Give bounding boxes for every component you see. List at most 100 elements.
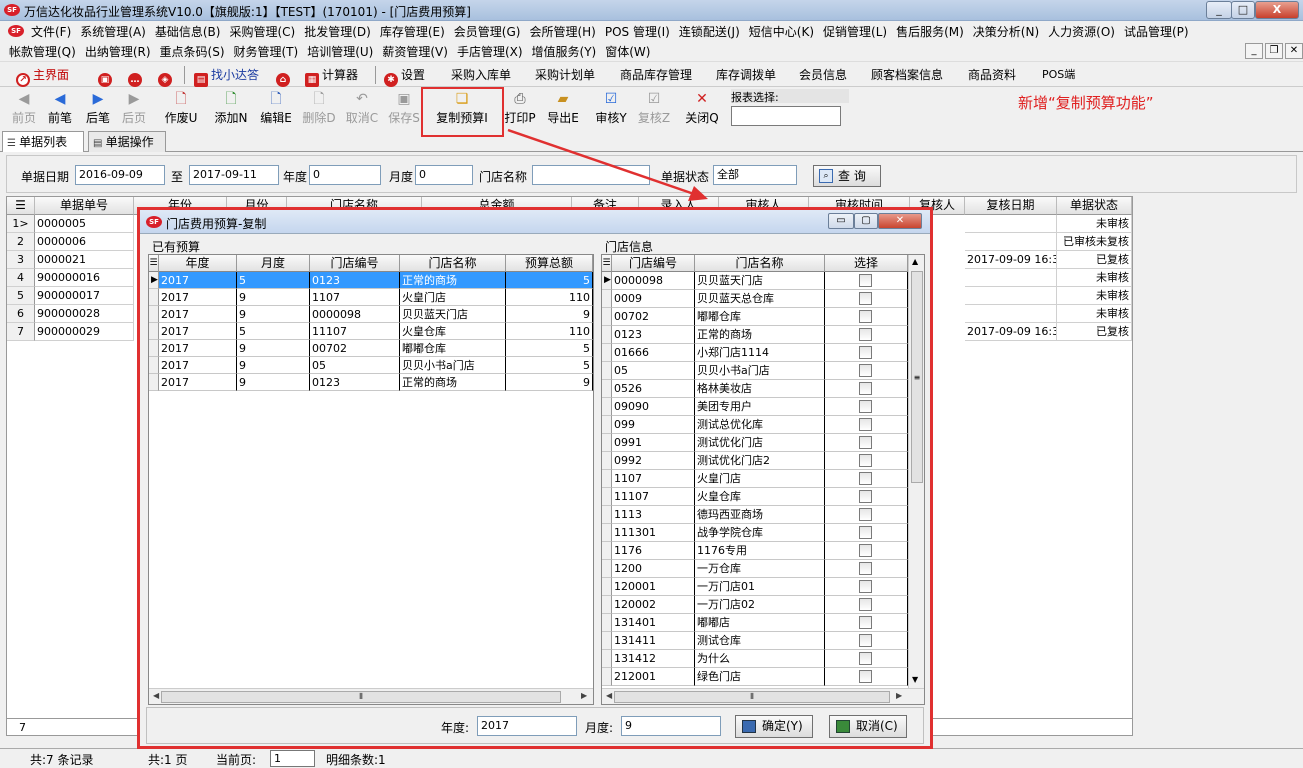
tab-operation[interactable]: ▤ 单据操作 [88, 131, 166, 152]
menu-item[interactable]: 会所管理(H) [526, 22, 598, 42]
scroll-left-icon[interactable]: ◀ [153, 691, 159, 700]
quick-pos[interactable]: POS端 [1042, 66, 1075, 84]
store-code-cell[interactable]: 0123 [612, 326, 695, 344]
store-code-cell[interactable]: 1176 [612, 542, 695, 560]
store-header[interactable]: 门店名称 [695, 255, 825, 272]
menu-item[interactable]: 库存管理(E) [377, 22, 448, 42]
store-name-cell[interactable]: 贝贝蓝天门店 [695, 272, 825, 290]
mdi-restore-button[interactable]: ❐ [1265, 43, 1283, 59]
menu-item[interactable]: 薪资管理(V) [379, 42, 451, 62]
store-name-cell[interactable]: 测试总优化库 [695, 416, 825, 434]
store-code-cell[interactable]: 131411 [612, 632, 695, 650]
menu-item[interactable]: 帐款管理(Q) [6, 42, 79, 62]
select-checkbox[interactable] [859, 382, 872, 395]
select-checkbox[interactable] [859, 562, 872, 575]
status-select[interactable]: 全部 [713, 165, 797, 185]
scroll-up-icon[interactable]: ▲ [912, 257, 918, 266]
dialog-minimize-button[interactable]: ▭ [828, 213, 854, 229]
void-button[interactable]: 🗋 作废U [162, 89, 200, 129]
select-checkbox[interactable] [859, 346, 872, 359]
audit-button[interactable]: ☑ 审核Y [593, 89, 629, 129]
store-name-cell[interactable]: 一万门店01 [695, 578, 825, 596]
store-name-cell[interactable]: 小郑门店1114 [695, 344, 825, 362]
scroll-right-icon[interactable]: ▶ [896, 691, 902, 700]
store-name-cell[interactable]: 测试仓库 [695, 632, 825, 650]
store-code-cell[interactable]: 099 [612, 416, 695, 434]
export-button[interactable]: ▰ 导出E [545, 89, 581, 129]
print-button[interactable]: ⎙ 打印P [503, 89, 537, 129]
menu-item[interactable]: 培训管理(U) [304, 42, 376, 62]
select-checkbox[interactable] [859, 364, 872, 377]
menu-item[interactable]: 增值服务(Y) [529, 42, 600, 62]
mdi-minimize-button[interactable]: _ [1245, 43, 1263, 59]
store-name-cell[interactable]: 火皇仓库 [695, 488, 825, 506]
prev-record-button[interactable]: ◀ 前笔 [44, 89, 76, 129]
menu-item[interactable]: 财务管理(T) [231, 42, 302, 62]
doc-id-cell[interactable]: 0000006 [35, 233, 134, 251]
quick-member-info[interactable]: 会员信息 [799, 66, 847, 84]
dialog-close-button[interactable]: ✕ [878, 213, 922, 229]
quick-stock-transfer[interactable]: 库存调拨单 [716, 66, 776, 84]
store-code-cell[interactable]: 120002 [612, 596, 695, 614]
first-page-button[interactable]: ◀ 前页 [8, 89, 40, 129]
quick-stock-management[interactable]: 商品库存管理 [620, 66, 692, 84]
quick-purchase-plan[interactable]: 采购计划单 [535, 66, 595, 84]
store-name-cell[interactable]: 测试优化门店2 [695, 452, 825, 470]
menu-item[interactable]: 出纳管理(R) [82, 42, 154, 62]
maximize-button[interactable]: □ [1231, 1, 1255, 19]
doc-id-cell[interactable]: 900000017 [35, 287, 134, 305]
quick-customer-archive[interactable]: 顾客档案信息 [871, 66, 943, 84]
quick-purchase-inbound[interactable]: 采购入库单 [451, 66, 511, 84]
menu-item[interactable]: 连锁配送(J) [676, 22, 743, 42]
store-name-cell[interactable]: 格林美妆店 [695, 380, 825, 398]
doc-id-cell[interactable]: 0000021 [35, 251, 134, 269]
select-checkbox[interactable] [859, 472, 872, 485]
store-name-cell[interactable]: 为什么 [695, 650, 825, 668]
menu-item[interactable]: 采购管理(C) [226, 22, 298, 42]
review-button[interactable]: ☑ 复核Z [636, 89, 672, 129]
select-checkbox[interactable] [859, 310, 872, 323]
quick-settings[interactable]: ✱ 设置 [384, 66, 425, 87]
store-name-cell[interactable]: 绿色门店 [695, 668, 825, 686]
tab-list[interactable]: ☰ 单据列表 [2, 131, 84, 152]
scroll-thumb[interactable]: ≡ [911, 271, 923, 483]
copy-year-input[interactable]: 2017 [477, 716, 577, 736]
cancel-edit-button[interactable]: ↶ 取消C [343, 89, 381, 129]
store-name-cell[interactable]: 贝贝小书a门店 [695, 362, 825, 380]
store-code-cell[interactable]: 05 [612, 362, 695, 380]
edit-button[interactable]: 🗋 编辑E [257, 89, 295, 129]
select-checkbox[interactable] [859, 292, 872, 305]
budget-header[interactable]: 预算总额 [506, 255, 593, 272]
select-checkbox[interactable] [859, 274, 872, 287]
menu-item[interactable]: POS 管理(I) [602, 22, 673, 42]
menu-item[interactable]: 决策分析(N) [970, 22, 1042, 42]
quick-home[interactable]: ↗ 主界面 [16, 66, 69, 87]
menu-item[interactable]: 系统管理(A) [77, 22, 149, 42]
store-code-cell[interactable]: 0009 [612, 290, 695, 308]
menu-item[interactable]: 窗体(W) [602, 42, 653, 62]
menu-item[interactable]: 手店管理(X) [454, 42, 526, 62]
select-checkbox[interactable] [859, 670, 872, 683]
store-code-cell[interactable]: 1107 [612, 470, 695, 488]
store-code-cell[interactable]: 09090 [612, 398, 695, 416]
cancel-button[interactable]: 取消(C) [829, 715, 907, 738]
delete-button[interactable]: 🗋 删除D [300, 89, 338, 129]
confirm-button[interactable]: 确定(Y) [735, 715, 813, 738]
store-code-cell[interactable]: 1200 [612, 560, 695, 578]
store-code-cell[interactable]: 111301 [612, 524, 695, 542]
select-checkbox[interactable] [859, 616, 872, 629]
store-name-cell[interactable]: 1176专用 [695, 542, 825, 560]
quick-shield[interactable]: ◈ [158, 66, 175, 87]
store-code-cell[interactable]: 131412 [612, 650, 695, 668]
store-code-cell[interactable]: 0992 [612, 452, 695, 470]
close-button[interactable]: X [1255, 1, 1299, 19]
budget-header[interactable]: 月度 [237, 255, 310, 272]
menu-item[interactable]: 批发管理(D) [301, 22, 374, 42]
select-checkbox[interactable] [859, 598, 872, 611]
quick-calculator[interactable]: ▦ 计算器 [305, 66, 358, 87]
quick-product-data[interactable]: 商品资料 [968, 66, 1016, 84]
store-name-cell[interactable]: 战争学院仓库 [695, 524, 825, 542]
select-checkbox[interactable] [859, 652, 872, 665]
doc-id-cell[interactable]: 900000029 [35, 323, 134, 341]
doc-id-cell[interactable]: 900000016 [35, 269, 134, 287]
